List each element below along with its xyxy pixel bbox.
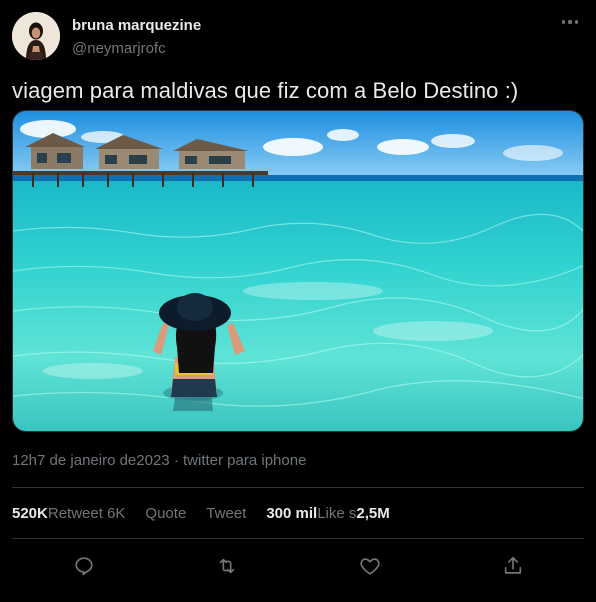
more-dots-icon: [561, 20, 566, 24]
views-count[interactable]: 2,5M: [356, 505, 389, 522]
divider: [12, 538, 584, 539]
tweet-actions: [12, 550, 584, 582]
author-name[interactable]: bruna marquezine: [72, 17, 201, 34]
maldives-photo: [13, 111, 583, 431]
tweet-source[interactable]: twitter para iphone: [183, 452, 306, 469]
likes-label[interactable]: Like: [317, 505, 345, 522]
likes-count[interactable]: 300 mil: [266, 505, 317, 522]
share-icon: [504, 556, 521, 574]
retweet-icon: [219, 558, 234, 574]
share-button[interactable]: [497, 550, 529, 582]
divider: [12, 487, 584, 488]
tweet-photo[interactable]: [12, 110, 584, 432]
reply-icon: [74, 557, 93, 576]
retweets-count[interactable]: 520K: [12, 505, 48, 522]
tweet-date[interactable]: 7 de janeiro de2023: [37, 452, 170, 469]
more-dots-icon: [568, 20, 572, 24]
reply-button[interactable]: [68, 550, 100, 582]
quotes-count[interactable]: 6K: [107, 505, 125, 522]
tweet-label[interactable]: Tweet: [206, 505, 246, 522]
avatar-image: [12, 12, 60, 60]
tweet-stats: 520KRetweet 6K Quote Tweet 300 milLike s2,5…: [12, 505, 390, 522]
heart-icon: [359, 558, 380, 575]
tweet-meta: 12h7 de janeiro de2023 · twitter para ip…: [12, 452, 306, 469]
like-button[interactable]: [354, 550, 386, 582]
avatar[interactable]: [12, 12, 60, 60]
meta-separator: ·: [169, 452, 183, 469]
tweet-time[interactable]: 12h: [12, 452, 37, 469]
more-options-button[interactable]: [558, 14, 582, 30]
more-dots-icon: [574, 20, 579, 24]
author-handle[interactable]: @neymarjrofc: [72, 40, 166, 57]
retweet-button[interactable]: [211, 550, 243, 582]
tweet-text: viagem para maldivas que fiz com a Belo …: [12, 78, 519, 103]
retweets-label[interactable]: Retweet: [48, 505, 103, 522]
quotes-label[interactable]: Quote: [145, 505, 186, 522]
